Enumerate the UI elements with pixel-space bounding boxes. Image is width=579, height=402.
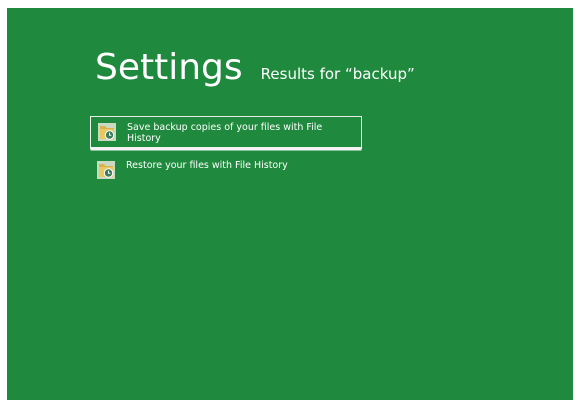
result-label: Save backup copies of your files with Fi…: [127, 122, 323, 144]
file-history-icon: [96, 160, 116, 180]
result-label: Restore your files with File History: [126, 160, 288, 171]
file-history-icon: [97, 122, 117, 142]
result-restore-files[interactable]: Restore your files with File History: [90, 155, 362, 189]
search-header: Settings Results for “backup”: [95, 50, 415, 86]
settings-search-screen: Settings Results for “backup” Save backu…: [7, 8, 573, 400]
results-list: Save backup copies of your files with Fi…: [90, 116, 362, 195]
search-query: “backup”: [344, 65, 415, 83]
results-prefix: Results for: [260, 65, 345, 83]
results-heading: Results for “backup”: [261, 67, 415, 82]
result-save-backup-copies[interactable]: Save backup copies of your files with Fi…: [90, 116, 362, 149]
page-title: Settings: [95, 47, 243, 88]
